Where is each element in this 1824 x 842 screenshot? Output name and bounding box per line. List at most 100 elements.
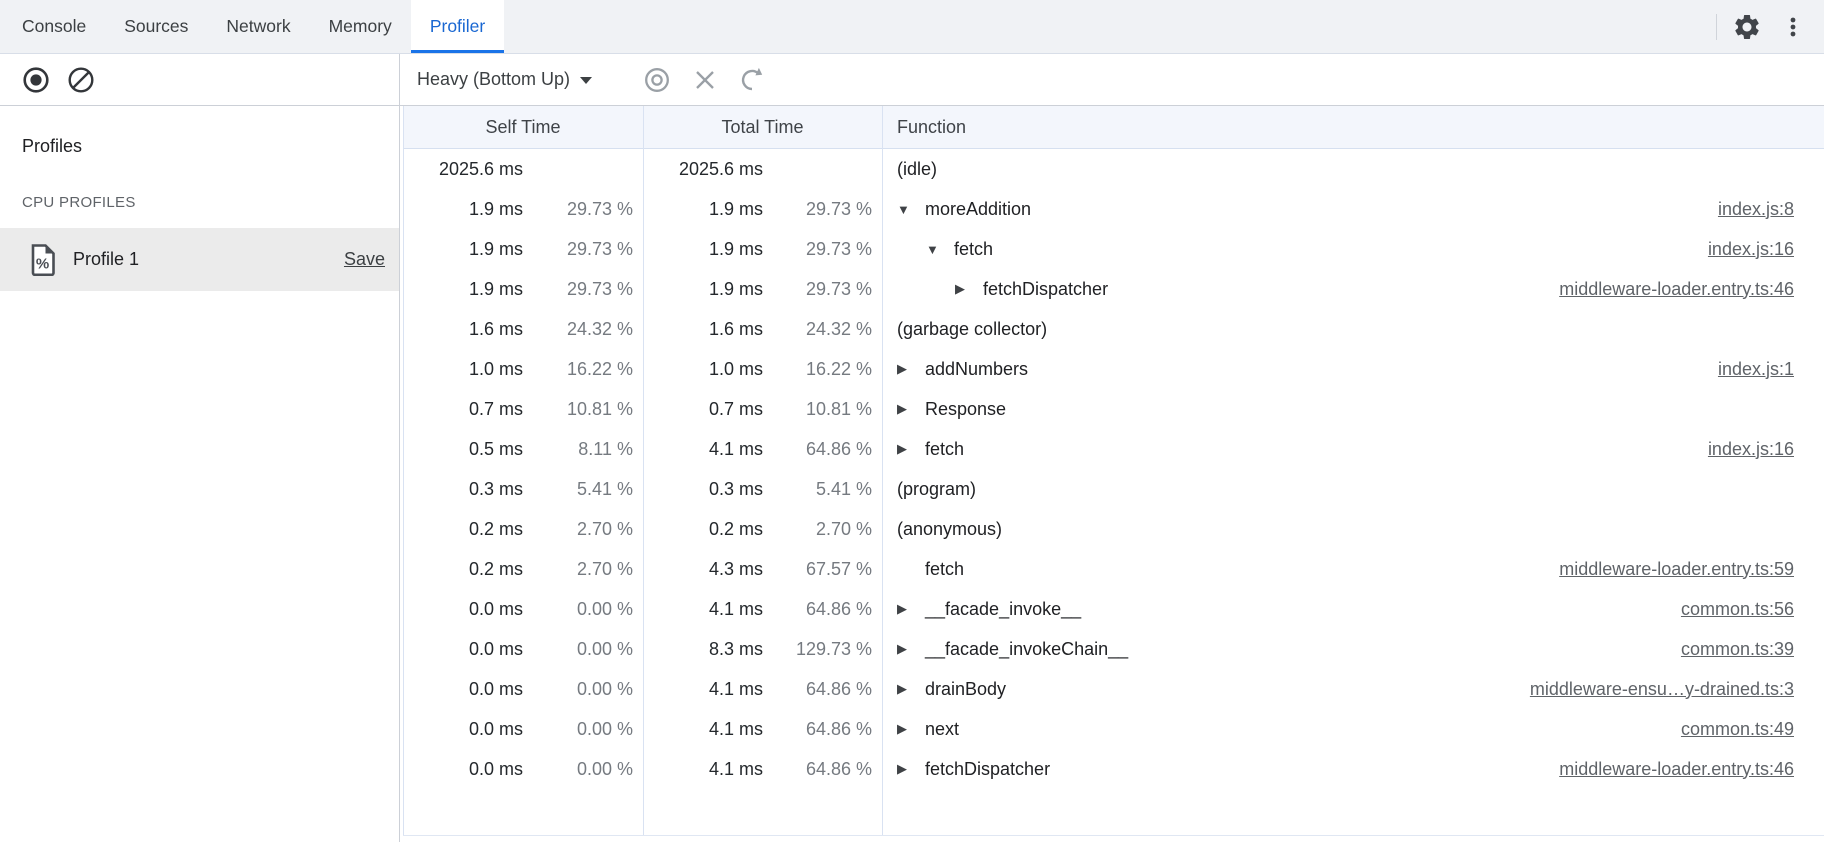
tree-expand-arrow-icon[interactable]: ▶ xyxy=(897,441,925,457)
grid-body: 2025.6 ms2025.6 ms(idle)1.9 ms29.73 %1.9… xyxy=(403,149,1824,789)
column-header-function[interactable]: Function xyxy=(882,117,1824,138)
source-location-link[interactable]: index.js:16 xyxy=(1688,439,1794,460)
function-cell: ▶Response xyxy=(882,399,1824,420)
table-row[interactable]: 2025.6 ms2025.6 ms(idle) xyxy=(403,149,1824,189)
source-location-link[interactable]: middleware-loader.entry.ts:59 xyxy=(1539,559,1794,580)
total-time-ms: 0.3 ms xyxy=(643,479,763,500)
self-time-percent: 0.00 % xyxy=(523,759,643,780)
table-row[interactable]: 0.2 ms2.70 %0.2 ms2.70 %(anonymous) xyxy=(403,509,1824,549)
self-time-ms: 1.9 ms xyxy=(403,199,523,220)
function-name: __facade_invokeChain__ xyxy=(925,639,1128,660)
column-header-total-time[interactable]: Total Time xyxy=(643,117,882,138)
tree-expand-arrow-icon[interactable]: ▶ xyxy=(955,281,983,297)
self-time-ms: 0.0 ms xyxy=(403,679,523,700)
source-location-link[interactable]: middleware-loader.entry.ts:46 xyxy=(1539,759,1794,780)
function-name: fetchDispatcher xyxy=(925,759,1050,780)
tree-expand-arrow-icon[interactable]: ▼ xyxy=(926,242,954,257)
save-profile-link[interactable]: Save xyxy=(344,249,385,270)
source-location-link[interactable]: middleware-ensu…y-drained.ts:3 xyxy=(1510,679,1794,700)
self-time-percent: 0.00 % xyxy=(523,719,643,740)
table-row[interactable]: 1.9 ms29.73 %1.9 ms29.73 %▼moreAdditioni… xyxy=(403,189,1824,229)
table-row[interactable]: 0.7 ms10.81 %0.7 ms10.81 %▶Response xyxy=(403,389,1824,429)
function-name: moreAddition xyxy=(925,199,1031,220)
total-time-percent: 29.73 % xyxy=(763,279,882,300)
block-clear-icon[interactable] xyxy=(66,65,96,95)
total-time-cell: 4.1 ms64.86 % xyxy=(643,439,882,460)
total-time-cell: 4.1 ms64.86 % xyxy=(643,679,882,700)
tree-expand-arrow-icon[interactable]: ▶ xyxy=(897,761,925,777)
table-row[interactable]: 0.0 ms0.00 %4.1 ms64.86 %▶drainBodymiddl… xyxy=(403,669,1824,709)
source-location-link[interactable]: common.ts:56 xyxy=(1661,599,1794,620)
tree-expand-arrow-icon[interactable]: ▶ xyxy=(897,601,925,617)
profile-list-item[interactable]: % Profile 1 Save xyxy=(0,228,399,291)
function-name: fetch xyxy=(925,559,964,580)
table-row[interactable]: 0.3 ms5.41 %0.3 ms5.41 %(program) xyxy=(403,469,1824,509)
source-location-link[interactable]: index.js:16 xyxy=(1688,239,1794,260)
self-time-ms: 0.0 ms xyxy=(403,719,523,740)
tree-expand-arrow-icon[interactable]: ▶ xyxy=(897,401,925,417)
table-row[interactable]: 1.9 ms29.73 %1.9 ms29.73 %▼fetchindex.js… xyxy=(403,229,1824,269)
gear-icon[interactable] xyxy=(1732,12,1762,42)
total-time-ms: 8.3 ms xyxy=(643,639,763,660)
table-row[interactable]: 0.2 ms2.70 %4.3 ms67.57 %fetchmiddleware… xyxy=(403,549,1824,589)
source-location-link[interactable]: middleware-loader.entry.ts:46 xyxy=(1539,279,1794,300)
table-row[interactable]: 0.5 ms8.11 %4.1 ms64.86 %▶fetchindex.js:… xyxy=(403,429,1824,469)
tree-expand-arrow-icon[interactable]: ▶ xyxy=(897,361,925,377)
table-row[interactable]: 1.6 ms24.32 %1.6 ms24.32 %(garbage colle… xyxy=(403,309,1824,349)
record-icon[interactable] xyxy=(21,65,51,95)
close-icon[interactable] xyxy=(690,65,720,95)
column-divider[interactable] xyxy=(882,106,883,835)
function-name: __facade_invoke__ xyxy=(925,599,1081,620)
column-header-self-time[interactable]: Self Time xyxy=(403,117,643,138)
total-time-cell: 4.1 ms64.86 % xyxy=(643,719,882,740)
tab-memory[interactable]: Memory xyxy=(310,0,411,53)
tree-expand-arrow-icon[interactable]: ▶ xyxy=(897,721,925,737)
function-name: Response xyxy=(925,399,1006,420)
table-row[interactable]: 0.0 ms0.00 %4.1 ms64.86 %▶fetchDispatche… xyxy=(403,749,1824,789)
self-time-ms: 0.2 ms xyxy=(403,559,523,580)
total-time-ms: 1.9 ms xyxy=(643,199,763,220)
self-time-cell: 0.0 ms0.00 % xyxy=(403,759,643,780)
tab-profiler[interactable]: Profiler xyxy=(411,0,504,53)
function-name: fetchDispatcher xyxy=(983,279,1108,300)
total-time-cell: 1.9 ms29.73 % xyxy=(643,279,882,300)
table-row[interactable]: 1.0 ms16.22 %1.0 ms16.22 %▶addNumbersind… xyxy=(403,349,1824,389)
source-location-link[interactable]: index.js:1 xyxy=(1698,359,1794,380)
function-name: addNumbers xyxy=(925,359,1028,380)
self-time-ms: 0.2 ms xyxy=(403,519,523,540)
tab-console[interactable]: Console xyxy=(3,0,105,53)
tree-expand-arrow-icon[interactable]: ▼ xyxy=(897,202,925,217)
self-time-cell: 0.0 ms0.00 % xyxy=(403,639,643,660)
function-cell: fetch middleware-loader.entry.ts:59 xyxy=(882,559,1824,580)
view-mode-select[interactable]: Heavy (Bottom Up) xyxy=(417,69,592,90)
tab-network[interactable]: Network xyxy=(207,0,309,53)
tab-sources[interactable]: Sources xyxy=(105,0,207,53)
reload-icon[interactable] xyxy=(737,65,767,95)
total-time-cell: 0.3 ms5.41 % xyxy=(643,479,882,500)
self-time-percent: 8.11 % xyxy=(523,439,643,460)
source-location-link[interactable]: common.ts:49 xyxy=(1661,719,1794,740)
function-cell: ▶fetchDispatcher middleware-loader.entry.… xyxy=(882,279,1824,300)
self-time-cell: 0.3 ms5.41 % xyxy=(403,479,643,500)
table-row[interactable]: 0.0 ms0.00 %8.3 ms129.73 %▶__facade_invo… xyxy=(403,629,1824,669)
function-name: (garbage collector) xyxy=(897,319,1047,340)
self-time-ms: 0.0 ms xyxy=(403,599,523,620)
source-location-link[interactable]: common.ts:39 xyxy=(1661,639,1794,660)
function-name: fetch xyxy=(954,239,993,260)
source-location-link[interactable]: index.js:8 xyxy=(1698,199,1794,220)
table-row[interactable]: 0.0 ms0.00 %4.1 ms64.86 %▶nextcommon.ts:… xyxy=(403,709,1824,749)
table-row[interactable]: 1.9 ms29.73 %1.9 ms29.73 %▶fetchDispatch… xyxy=(403,269,1824,309)
function-name: (anonymous) xyxy=(897,519,1002,540)
svg-text:%: % xyxy=(36,255,49,272)
cpu-profiles-section-label: CPU PROFILES xyxy=(22,194,399,211)
tree-expand-arrow-icon[interactable]: ▶ xyxy=(897,681,925,697)
function-cell: ▶nextcommon.ts:49 xyxy=(882,719,1824,740)
kebab-menu-icon[interactable] xyxy=(1778,12,1808,42)
panel-content: Profiles CPU PROFILES % Profile 1 Save S… xyxy=(0,106,1824,842)
tree-expand-arrow-icon[interactable]: ▶ xyxy=(897,641,925,657)
column-divider[interactable] xyxy=(643,106,644,835)
column-divider[interactable] xyxy=(403,106,404,835)
function-cell: ▶fetchDispatcher middleware-loader.entry.… xyxy=(882,759,1824,780)
eye-icon[interactable] xyxy=(642,65,672,95)
table-row[interactable]: 0.0 ms0.00 %4.1 ms64.86 %▶__facade_invok… xyxy=(403,589,1824,629)
